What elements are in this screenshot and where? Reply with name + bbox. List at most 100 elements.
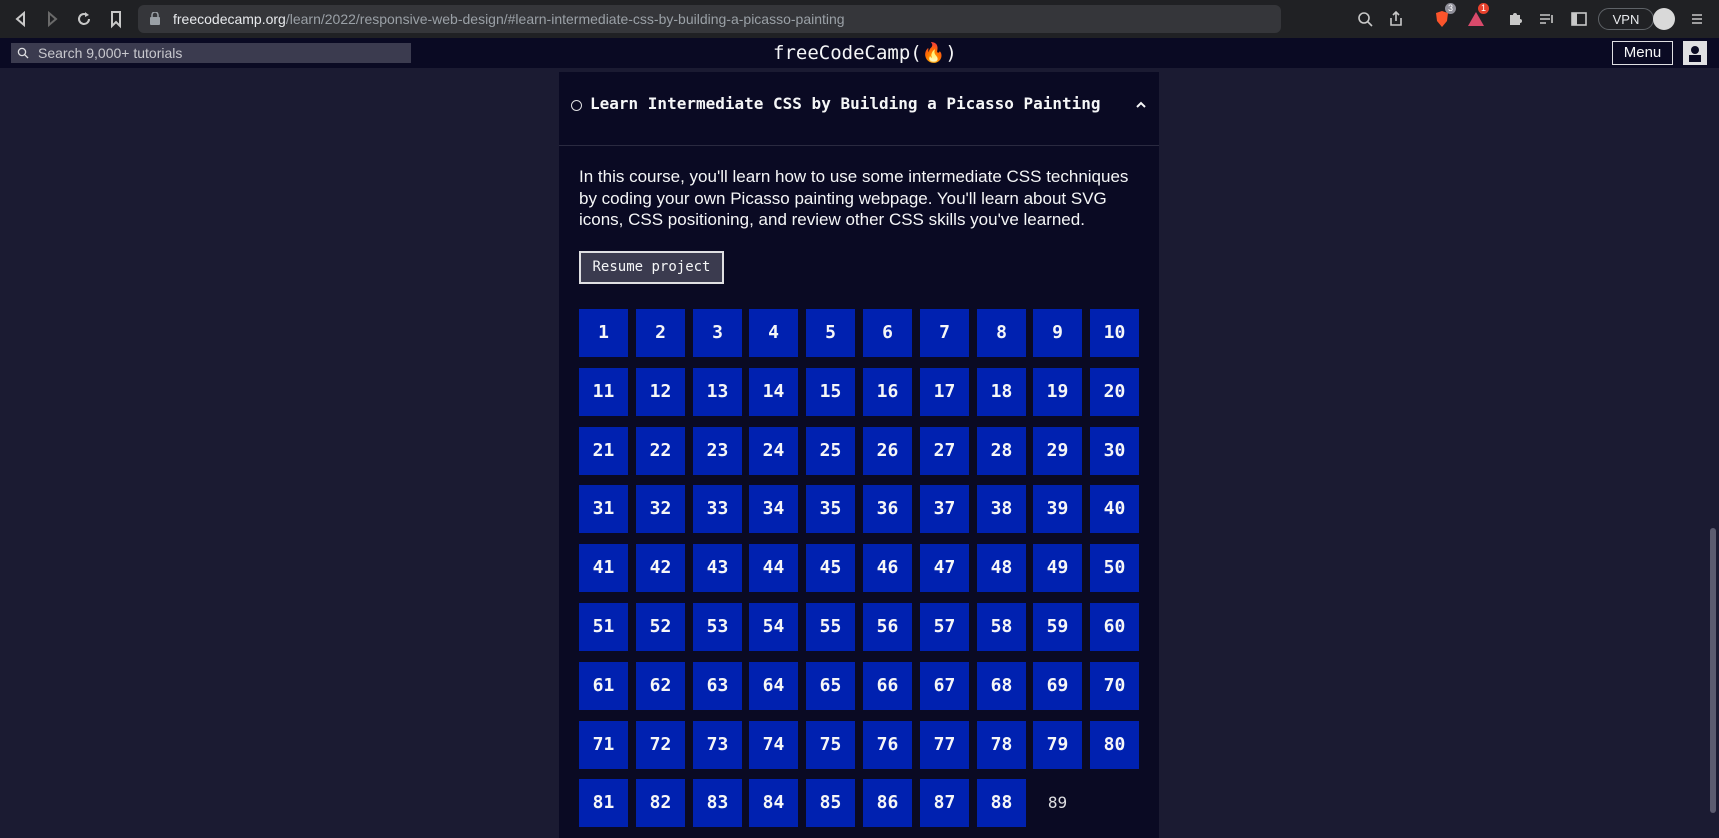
step-button[interactable]: 76 <box>863 721 912 769</box>
bookmark-icon[interactable] <box>105 8 127 30</box>
step-button[interactable]: 63 <box>693 662 742 710</box>
step-button[interactable]: 26 <box>863 427 912 475</box>
step-button[interactable]: 67 <box>920 662 969 710</box>
user-avatar[interactable] <box>1683 41 1707 65</box>
step-button[interactable]: 77 <box>920 721 969 769</box>
step-button[interactable]: 34 <box>749 485 798 533</box>
step-button[interactable]: 12 <box>636 368 685 416</box>
step-button[interactable]: 62 <box>636 662 685 710</box>
step-button[interactable]: 37 <box>920 485 969 533</box>
address-bar[interactable]: freecodecamp.org/learn/2022/responsive-w… <box>138 5 1281 33</box>
step-button[interactable]: 42 <box>636 544 685 592</box>
step-button[interactable]: 47 <box>920 544 969 592</box>
step-button[interactable]: 43 <box>693 544 742 592</box>
step-button[interactable]: 29 <box>1033 427 1082 475</box>
step-button[interactable]: 46 <box>863 544 912 592</box>
scrollbar-thumb[interactable] <box>1710 528 1716 813</box>
step-button[interactable]: 51 <box>579 603 628 651</box>
step-button[interactable]: 68 <box>977 662 1026 710</box>
step-button[interactable]: 74 <box>749 721 798 769</box>
step-button[interactable]: 33 <box>693 485 742 533</box>
step-button[interactable]: 64 <box>749 662 798 710</box>
step-button[interactable]: 72 <box>636 721 685 769</box>
step-button[interactable]: 38 <box>977 485 1026 533</box>
back-icon[interactable] <box>10 8 32 30</box>
step-button[interactable]: 21 <box>579 427 628 475</box>
step-button[interactable]: 48 <box>977 544 1026 592</box>
playlist-icon[interactable] <box>1536 8 1558 30</box>
step-button[interactable]: 5 <box>806 309 855 357</box>
reload-icon[interactable] <box>73 8 95 30</box>
step-button[interactable]: 65 <box>806 662 855 710</box>
step-button[interactable]: 73 <box>693 721 742 769</box>
step-button[interactable]: 69 <box>1033 662 1082 710</box>
chevron-up-icon[interactable] <box>1134 98 1148 112</box>
step-button[interactable]: 89 <box>1033 779 1082 827</box>
step-button[interactable]: 15 <box>806 368 855 416</box>
step-button[interactable]: 80 <box>1090 721 1139 769</box>
step-button[interactable]: 10 <box>1090 309 1139 357</box>
vpn-button[interactable]: VPN <box>1598 8 1654 30</box>
step-button[interactable]: 1 <box>579 309 628 357</box>
resume-project-button[interactable]: Resume project <box>579 251 724 284</box>
step-button[interactable]: 53 <box>693 603 742 651</box>
step-button[interactable]: 7 <box>920 309 969 357</box>
step-button[interactable]: 84 <box>749 779 798 827</box>
step-button[interactable]: 55 <box>806 603 855 651</box>
step-button[interactable]: 86 <box>863 779 912 827</box>
search-input[interactable] <box>38 43 403 63</box>
step-button[interactable]: 39 <box>1033 485 1082 533</box>
step-button[interactable]: 35 <box>806 485 855 533</box>
step-button[interactable]: 32 <box>636 485 685 533</box>
step-button[interactable]: 58 <box>977 603 1026 651</box>
step-button[interactable]: 2 <box>636 309 685 357</box>
step-button[interactable]: 25 <box>806 427 855 475</box>
step-button[interactable]: 24 <box>749 427 798 475</box>
step-button[interactable]: 13 <box>693 368 742 416</box>
step-button[interactable]: 44 <box>749 544 798 592</box>
step-button[interactable]: 57 <box>920 603 969 651</box>
step-button[interactable]: 54 <box>749 603 798 651</box>
step-button[interactable]: 17 <box>920 368 969 416</box>
step-button[interactable]: 36 <box>863 485 912 533</box>
step-button[interactable]: 66 <box>863 662 912 710</box>
step-button[interactable]: 41 <box>579 544 628 592</box>
step-button[interactable]: 75 <box>806 721 855 769</box>
step-button[interactable]: 14 <box>749 368 798 416</box>
step-button[interactable]: 60 <box>1090 603 1139 651</box>
step-button[interactable]: 83 <box>693 779 742 827</box>
site-logo[interactable]: freeCodeCamp(🔥) <box>773 38 957 68</box>
step-button[interactable]: 4 <box>749 309 798 357</box>
step-button[interactable]: 40 <box>1090 485 1139 533</box>
sidebar-icon[interactable] <box>1568 8 1590 30</box>
step-button[interactable]: 27 <box>920 427 969 475</box>
zoom-icon[interactable] <box>1354 8 1376 30</box>
step-button[interactable]: 71 <box>579 721 628 769</box>
browser-menu-icon[interactable] <box>1686 8 1708 30</box>
step-button[interactable]: 16 <box>863 368 912 416</box>
step-button[interactable]: 52 <box>636 603 685 651</box>
step-button[interactable]: 22 <box>636 427 685 475</box>
menu-button[interactable]: Menu <box>1612 41 1673 65</box>
step-button[interactable]: 11 <box>579 368 628 416</box>
step-button[interactable]: 49 <box>1033 544 1082 592</box>
profile-avatar[interactable] <box>1653 8 1675 30</box>
step-button[interactable]: 3 <box>693 309 742 357</box>
step-button[interactable]: 88 <box>977 779 1026 827</box>
step-button[interactable]: 20 <box>1090 368 1139 416</box>
step-button[interactable]: 30 <box>1090 427 1139 475</box>
forward-icon[interactable] <box>41 8 63 30</box>
share-icon[interactable] <box>1385 8 1407 30</box>
step-button[interactable]: 79 <box>1033 721 1082 769</box>
step-button[interactable]: 6 <box>863 309 912 357</box>
step-button[interactable]: 45 <box>806 544 855 592</box>
step-button[interactable]: 61 <box>579 662 628 710</box>
step-button[interactable]: 70 <box>1090 662 1139 710</box>
step-button[interactable]: 9 <box>1033 309 1082 357</box>
step-button[interactable]: 31 <box>579 485 628 533</box>
step-button[interactable]: 8 <box>977 309 1026 357</box>
step-button[interactable]: 19 <box>1033 368 1082 416</box>
step-button[interactable]: 23 <box>693 427 742 475</box>
step-button[interactable]: 82 <box>636 779 685 827</box>
extensions-icon[interactable] <box>1504 8 1526 30</box>
